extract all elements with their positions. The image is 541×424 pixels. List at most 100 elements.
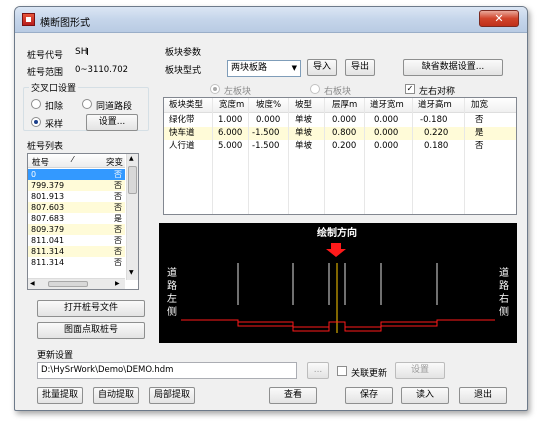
column-divider <box>364 98 365 214</box>
column-divider <box>248 98 249 214</box>
dialog-window: 横断图形式 ✕ 桩号代号 SH I 桩号范围 0~3110.702 交叉口设置 … <box>14 6 528 411</box>
column-divider <box>212 98 213 214</box>
col-header: 层厚m <box>332 100 358 110</box>
list-item-stake: 807.683 <box>31 214 65 223</box>
radio-left-block <box>210 84 220 94</box>
table-cell: 1.000 <box>218 115 243 125</box>
list-item-mutation: 否 <box>114 203 122 212</box>
list-item-mutation: 否 <box>114 192 122 201</box>
list-item-mutation: 是 <box>114 214 122 223</box>
svg-text:道: 道 <box>499 266 509 279</box>
link-update-checkbox[interactable] <box>337 366 347 376</box>
cross-section-preview[interactable]: 绘制方向 道 路 左 侧 道 路 右 侧 <box>159 223 517 343</box>
default-data-settings-button[interactable]: 缺省数据设置... <box>403 59 503 76</box>
table-cell: 单坡 <box>295 115 313 125</box>
list-item[interactable]: 799.379 否 <box>28 180 125 191</box>
list-item[interactable]: 807.603 否 <box>28 202 125 213</box>
browse-button[interactable]: ... <box>307 362 329 379</box>
stake-range-label: 桩号范围 <box>27 68 64 78</box>
svg-text:路: 路 <box>167 279 177 292</box>
column-divider <box>324 98 325 214</box>
symmetric-checkbox-label: 左右对称 <box>419 87 456 97</box>
scroll-right-icon[interactable]: ▶ <box>115 280 120 287</box>
sort-icon: ⁄ <box>72 155 74 164</box>
open-stake-file-button[interactable]: 打开桩号文件 <box>37 300 145 317</box>
column-divider <box>464 98 465 214</box>
col-header: 板块类型 <box>169 100 204 110</box>
stake-list-label: 桩号列表 <box>27 142 64 152</box>
radio-deduct[interactable] <box>31 99 41 109</box>
table-cell: 0.800 <box>332 128 357 138</box>
list-item-mutation: 否 <box>114 258 122 267</box>
header-stake[interactable]: 桩号 <box>32 156 49 168</box>
scroll-left-icon[interactable]: ◀ <box>30 280 35 287</box>
export-button[interactable]: 导出 <box>345 59 375 76</box>
partial-extract-button[interactable]: 局部提取 <box>149 387 195 404</box>
file-path-field[interactable]: D:\HySrWork\Demo\DEMO.hdm <box>37 362 297 379</box>
scroll-down-icon[interactable]: ▼ <box>129 269 134 276</box>
scroll-thumb[interactable] <box>128 166 137 194</box>
list-item[interactable]: 811.314 否 <box>28 257 125 268</box>
title-bar[interactable]: 横断图形式 ✕ <box>15 7 527 33</box>
stake-range-value: 0~3110.702 <box>75 65 129 75</box>
slab-type-select[interactable]: 两块板路 ▼ <box>227 60 301 77</box>
table-cell: 0.000 <box>374 128 399 138</box>
road-left-side-label: 道 路 左 侧 <box>167 266 177 318</box>
table-cell: 0.000 <box>374 115 399 125</box>
radio-sample[interactable] <box>31 117 41 127</box>
table-cell: -1.500 <box>252 128 280 138</box>
exit-button[interactable]: 退出 <box>459 387 507 404</box>
radio-same-road[interactable] <box>82 99 92 109</box>
stake-list[interactable]: 桩号 ⁄ 突变 0否 799.379 否 801.913 否 807.603 否 80… <box>27 153 139 290</box>
col-header: 道牙宽m <box>370 100 404 110</box>
list-item-stake: 799.379 <box>31 181 65 190</box>
road-profile <box>181 319 495 332</box>
auto-extract-button[interactable]: 自动提取 <box>93 387 139 404</box>
header-mutation[interactable]: 突变 <box>106 156 123 168</box>
scroll-up-icon[interactable]: ▲ <box>129 155 134 162</box>
list-item[interactable]: 801.913 否 <box>28 191 125 202</box>
list-item[interactable]: 811.314 否 <box>28 246 125 257</box>
text-cursor-icon: I <box>86 47 89 58</box>
stake-code-label: 桩号代号 <box>27 51 64 61</box>
view-button[interactable]: 查看 <box>269 387 317 404</box>
radio-right-block <box>310 84 320 94</box>
direction-arrow-icon <box>326 243 346 257</box>
svg-text:侧: 侧 <box>167 305 177 318</box>
hscroll-thumb[interactable] <box>48 281 88 287</box>
column-divider <box>288 98 289 214</box>
col-header: 宽度m <box>219 100 245 110</box>
table-cell: -1.500 <box>252 141 280 151</box>
stake-list-vscrollbar[interactable]: ▲ ▼ <box>126 154 138 280</box>
batch-extract-button[interactable]: 批量提取 <box>37 387 83 404</box>
radio-same-road-label: 同道路段 <box>96 102 133 112</box>
slab-table[interactable]: 板块类型 宽度m 坡度% 坡型 层厚m 道牙宽m 道牙高m 加宽 绿化带 1.0… <box>163 97 517 215</box>
list-item[interactable]: 0否 <box>28 169 125 180</box>
radio-left-block-label: 左板块 <box>224 87 252 97</box>
list-item[interactable]: 809.379 否 <box>28 224 125 235</box>
list-item-mutation: 否 <box>114 170 122 179</box>
list-item-mutation: 否 <box>114 236 122 245</box>
radio-right-block-label: 右板块 <box>324 87 352 97</box>
list-item-stake: 807.603 <box>31 203 65 212</box>
list-item[interactable]: 807.683 是 <box>28 213 125 224</box>
svg-text:侧: 侧 <box>499 305 509 318</box>
table-cell: 0.000 <box>374 141 399 151</box>
column-divider <box>412 98 413 214</box>
close-button[interactable]: ✕ <box>479 10 519 27</box>
import-button[interactable]: 导入 <box>307 59 337 76</box>
symmetric-checkbox[interactable]: ✓ <box>405 84 415 94</box>
stake-list-hscrollbar[interactable]: ◀ ▶ <box>28 278 125 289</box>
list-item-mutation: 否 <box>114 247 122 256</box>
table-cell: 0.200 <box>332 141 357 151</box>
intersection-settings-button[interactable]: 设置... <box>86 114 138 131</box>
list-item-mutation: 否 <box>114 181 122 190</box>
list-item-stake: 809.379 <box>31 225 65 234</box>
list-item-mutation: 否 <box>114 225 122 234</box>
load-button[interactable]: 读入 <box>401 387 449 404</box>
pick-stake-from-drawing-button[interactable]: 图面点取桩号 <box>37 322 145 339</box>
list-item[interactable]: 811.041 否 <box>28 235 125 246</box>
update-settings-button[interactable]: 设置 <box>395 362 445 379</box>
save-button[interactable]: 保存 <box>345 387 393 404</box>
table-cell: 单坡 <box>295 141 313 151</box>
